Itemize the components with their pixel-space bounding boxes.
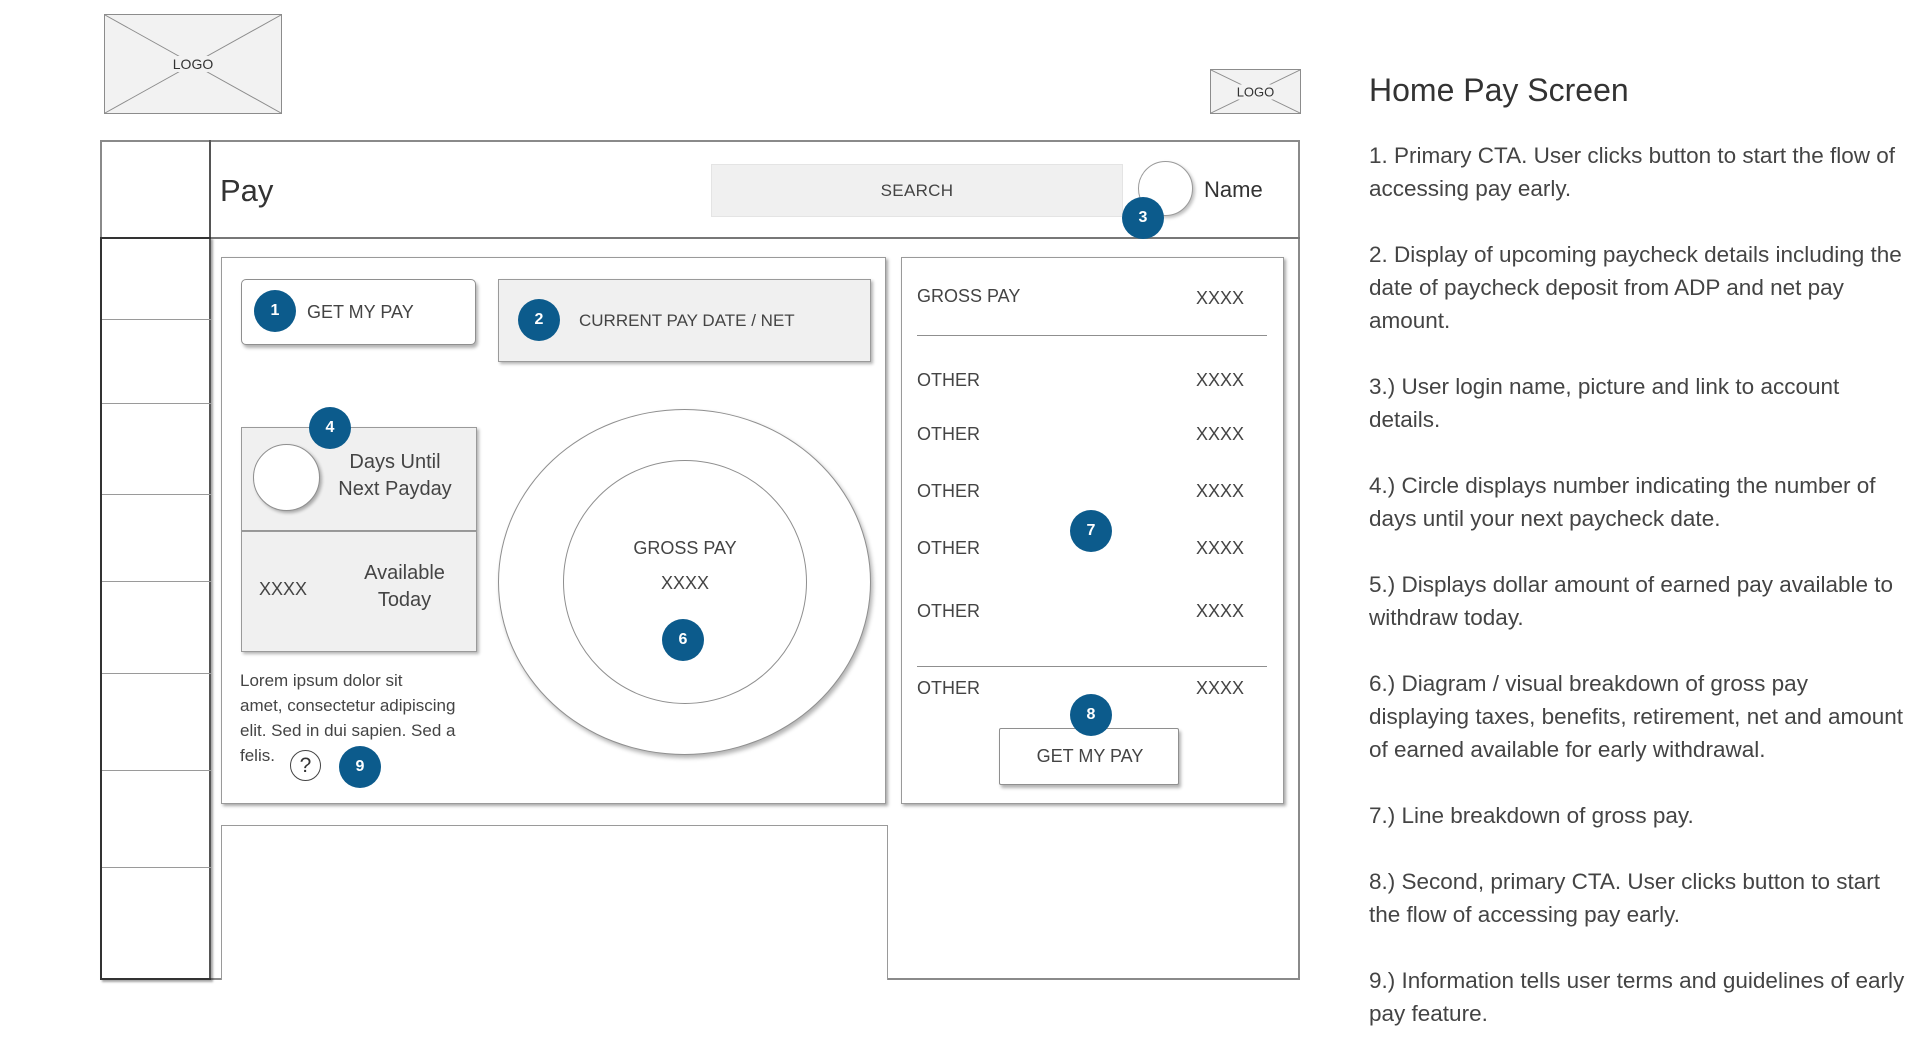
available-label-line1: Available xyxy=(364,562,445,584)
breakdown-row-value: XXXX xyxy=(1196,370,1245,390)
breakdown-row-value: XXXX xyxy=(1196,424,1245,444)
note-item: 5.) Displays dollar amount of earned pay… xyxy=(1369,572,1894,630)
sidebar-item[interactable] xyxy=(102,867,211,975)
logo-label: LOGO xyxy=(169,56,217,72)
notes-title: Home Pay Screen xyxy=(1369,72,1629,108)
breakdown-row-label: OTHER xyxy=(917,601,980,621)
days-until-payday-card: Days Until Next Payday xyxy=(241,427,477,531)
available-label-line2: Today xyxy=(377,589,432,611)
breakdown-divider-bottom xyxy=(917,666,1267,667)
breakdown-divider-top xyxy=(917,335,1267,336)
sidebar-item[interactable] xyxy=(102,770,211,867)
annotation-badge-3: 3 xyxy=(1122,197,1164,239)
annotation-badge-2: 2 xyxy=(518,299,560,341)
breakdown-row-label: OTHER xyxy=(917,424,980,444)
sidebar-item[interactable] xyxy=(102,494,211,581)
available-amount: XXXX xyxy=(259,579,308,599)
page-title: Pay xyxy=(220,173,274,208)
logo-placeholder-large: LOGO xyxy=(104,14,282,114)
note-item: 7.) Line breakdown of gross pay. xyxy=(1369,803,1694,828)
get-my-pay-button-secondary[interactable]: GET MY PAY xyxy=(999,728,1179,785)
gross-pay-label: GROSS PAY xyxy=(917,286,1021,306)
annotation-badge-9: 9 xyxy=(339,746,381,788)
sidebar-item[interactable] xyxy=(102,581,211,673)
note-item: 8.) Second, primary CTA. User clicks but… xyxy=(1369,869,1880,927)
terms-text-line3: elit. Sed in dui sapien. Sed a xyxy=(240,721,456,740)
pay-date-label: CURRENT PAY DATE / NET xyxy=(579,311,795,330)
search-input[interactable]: SEARCH xyxy=(711,164,1123,217)
payday-label-line1: Days Until xyxy=(349,451,441,473)
diagram-label: GROSS PAY xyxy=(633,538,737,558)
note-item: 1. Primary CTA. User clicks button to st… xyxy=(1369,143,1895,201)
logo-label: LOGO xyxy=(1233,84,1278,99)
note-item: 6.) Diagram / visual breakdown of gross … xyxy=(1369,671,1904,762)
breakdown-row-value: XXXX xyxy=(1196,538,1245,558)
sidebar-item[interactable] xyxy=(102,319,211,403)
user-name[interactable]: Name xyxy=(1204,177,1263,203)
breakdown-row-value: XXXX xyxy=(1196,481,1245,501)
button-label: GET MY PAY xyxy=(307,302,414,322)
help-icon[interactable]: ? xyxy=(290,750,321,781)
diagram-value: XXXX xyxy=(660,573,710,593)
terms-text-line4: felis. xyxy=(240,746,275,765)
button-label: GET MY PAY xyxy=(1036,746,1144,766)
note-item: 2. Display of upcoming paycheck details … xyxy=(1369,242,1902,333)
sidebar-item[interactable] xyxy=(102,403,211,494)
available-today-card: XXXX Available Today xyxy=(241,531,477,652)
breakdown-row-label: OTHER xyxy=(917,538,980,558)
annotation-badge-1: 1 xyxy=(254,290,296,332)
gross-pay-value: XXXX xyxy=(1196,288,1245,308)
logo-placeholder-small: LOGO xyxy=(1210,69,1301,114)
sidebar-nav xyxy=(100,237,211,980)
note-item: 4.) Circle displays number indicating th… xyxy=(1369,473,1876,531)
breakdown-row-value: XXXX xyxy=(1196,601,1245,621)
sidebar-item[interactable] xyxy=(102,673,211,770)
note-item: 3.) User login name, picture and link to… xyxy=(1369,374,1840,432)
annotation-badge-6: 6 xyxy=(662,619,704,661)
payday-label-line2: Next Payday xyxy=(338,478,452,500)
help-glyph: ? xyxy=(299,753,312,777)
terms-text-line2: amet, consectetur adipiscing xyxy=(240,696,456,715)
sidebar xyxy=(100,140,211,980)
annotation-badge-7: 7 xyxy=(1070,510,1112,552)
total-label: OTHER xyxy=(917,678,980,698)
annotation-badge-8: 8 xyxy=(1070,694,1112,736)
breakdown-row-label: OTHER xyxy=(917,481,980,501)
note-item: 9.) Information tells user terms and gui… xyxy=(1369,968,1905,1026)
total-value: XXXX xyxy=(1196,678,1245,698)
terms-text-line1: Lorem ipsum dolor sit xyxy=(240,671,403,690)
days-counter-circle xyxy=(253,444,320,511)
annotation-badge-4: 4 xyxy=(309,407,351,449)
breakdown-row-label: OTHER xyxy=(917,370,980,390)
bottom-content-panel xyxy=(221,825,888,980)
